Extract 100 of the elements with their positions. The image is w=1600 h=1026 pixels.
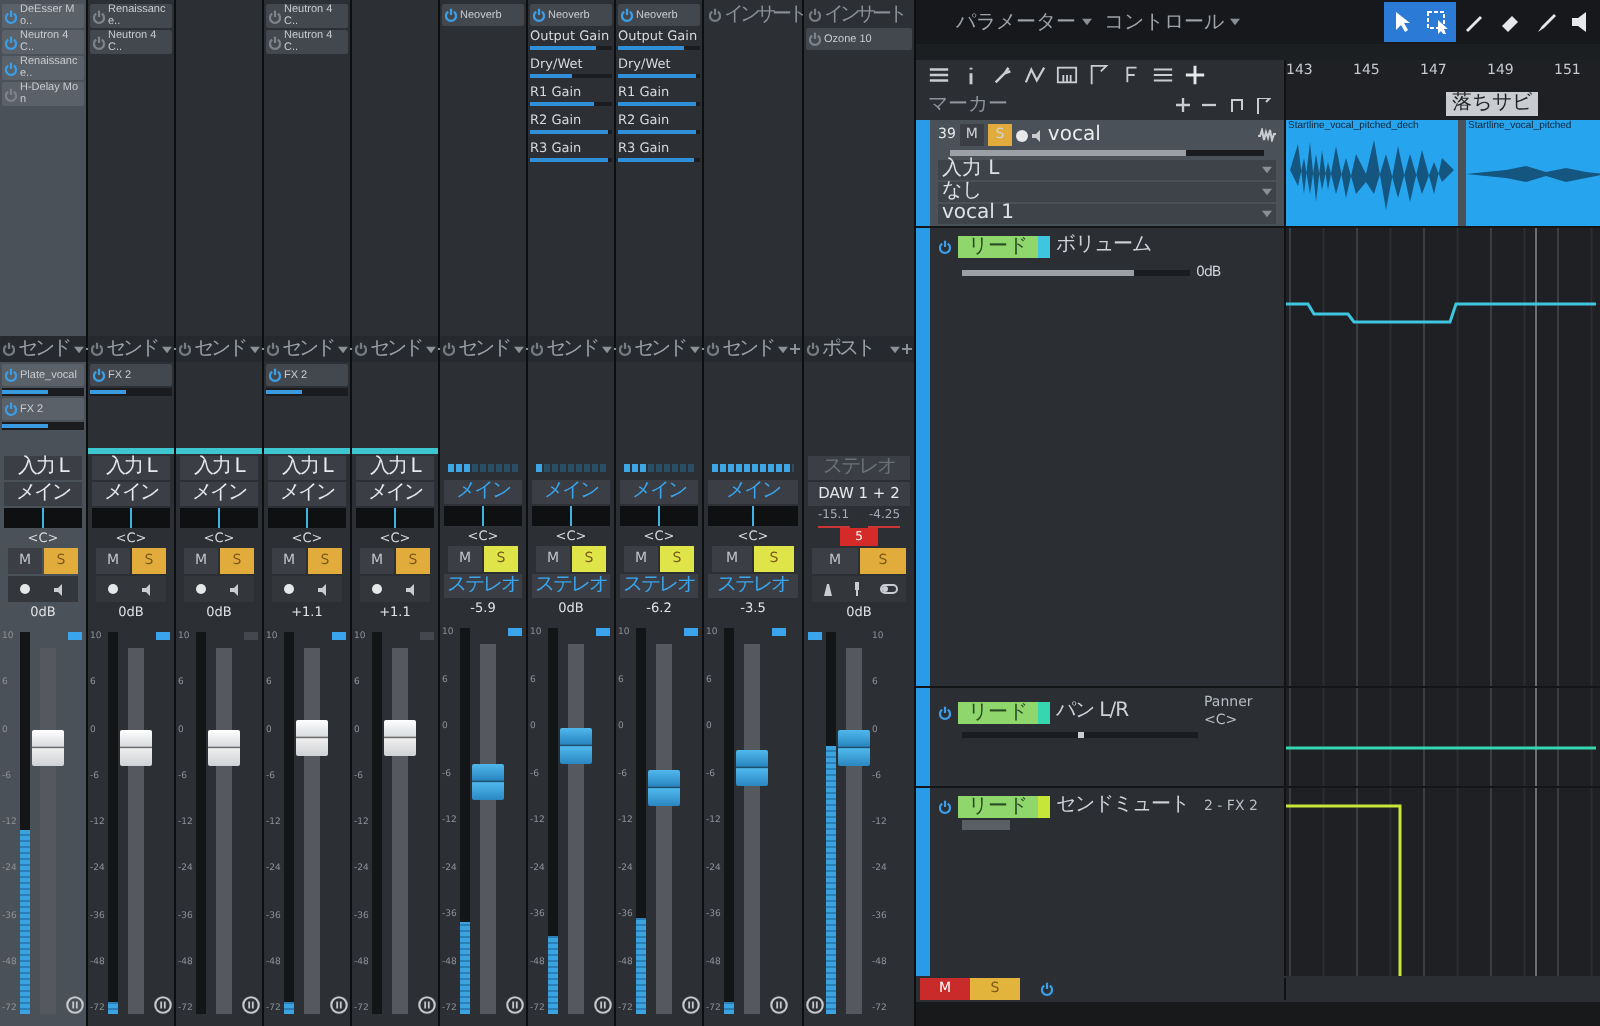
output-selector[interactable]: メイン bbox=[708, 480, 798, 504]
caret-icon[interactable] bbox=[689, 345, 699, 353]
input-selector[interactable]: 入力 L bbox=[180, 456, 258, 480]
record-icon[interactable] bbox=[196, 584, 206, 594]
fader-track[interactable] bbox=[736, 644, 768, 1014]
fader-thumb[interactable] bbox=[736, 750, 768, 787]
speaker-icon[interactable] bbox=[1031, 129, 1044, 141]
waveform-icon[interactable] bbox=[1258, 128, 1276, 142]
fader-track[interactable] bbox=[472, 644, 504, 1014]
fader-thumb[interactable] bbox=[208, 730, 240, 767]
pan-display[interactable] bbox=[4, 508, 82, 528]
fader-track[interactable] bbox=[120, 648, 152, 1014]
pan-display[interactable] bbox=[268, 508, 346, 528]
pan-display[interactable] bbox=[444, 506, 522, 526]
power-icon[interactable] bbox=[92, 368, 106, 382]
list-icon[interactable] bbox=[1152, 64, 1174, 86]
power-icon[interactable] bbox=[268, 9, 282, 23]
power-icon[interactable] bbox=[92, 9, 106, 23]
menu-icon[interactable] bbox=[928, 64, 950, 86]
speaker-icon[interactable] bbox=[318, 583, 330, 595]
wrench-icon[interactable] bbox=[992, 64, 1014, 86]
caret-icon[interactable] bbox=[1230, 18, 1240, 26]
record-icon[interactable] bbox=[108, 584, 118, 594]
power-icon[interactable] bbox=[618, 342, 632, 356]
input-selector[interactable]: 入力 L bbox=[4, 456, 82, 480]
output-selector[interactable]: メイン bbox=[444, 480, 522, 504]
input-selector[interactable]: 入力 L bbox=[938, 160, 1276, 180]
eraser-tool-icon[interactable] bbox=[1498, 10, 1522, 34]
pencil-tool-icon[interactable] bbox=[1462, 10, 1486, 34]
mode-button[interactable]: ステレオ bbox=[532, 574, 610, 598]
output-selector[interactable]: メイン bbox=[92, 482, 170, 506]
power-icon[interactable] bbox=[268, 368, 282, 382]
grid-icon[interactable] bbox=[1056, 64, 1078, 86]
pan-display[interactable] bbox=[620, 506, 698, 526]
circle-icon[interactable] bbox=[154, 996, 172, 1014]
record-icon[interactable] bbox=[1015, 129, 1028, 141]
output-selector[interactable]: メイン bbox=[180, 482, 258, 506]
fader-thumb[interactable] bbox=[296, 720, 328, 757]
plus-icon[interactable] bbox=[902, 344, 912, 354]
pan-display[interactable] bbox=[356, 508, 434, 528]
circle-icon[interactable] bbox=[418, 996, 436, 1014]
output-selector[interactable]: メイン bbox=[620, 480, 698, 504]
metronome-icon[interactable] bbox=[821, 583, 833, 595]
caret-icon[interactable] bbox=[73, 345, 83, 353]
pan-display[interactable] bbox=[180, 508, 258, 528]
brush-tool-icon[interactable] bbox=[1534, 10, 1558, 34]
fader-thumb[interactable] bbox=[472, 764, 504, 801]
automation-mode-button[interactable]: リード bbox=[958, 235, 1050, 257]
power-icon[interactable] bbox=[530, 342, 544, 356]
plus-icon[interactable] bbox=[790, 344, 800, 354]
fader-track[interactable] bbox=[648, 644, 680, 1014]
fader-thumb[interactable] bbox=[384, 720, 416, 757]
circle-icon[interactable] bbox=[770, 996, 788, 1014]
pan-display[interactable] bbox=[532, 506, 610, 526]
mode-button[interactable]: ステレオ bbox=[620, 574, 698, 598]
input-selector[interactable]: 入力 L bbox=[356, 456, 434, 480]
caret-icon[interactable] bbox=[601, 345, 611, 353]
fader-thumb[interactable] bbox=[32, 730, 64, 767]
pan-slider-handle[interactable] bbox=[1077, 732, 1083, 738]
speaker-icon[interactable] bbox=[54, 583, 66, 595]
input-selector[interactable]: 入力 L bbox=[268, 456, 346, 480]
fader-track[interactable] bbox=[32, 648, 64, 1014]
caret-icon[interactable] bbox=[1262, 166, 1272, 174]
flag-icon[interactable] bbox=[1256, 97, 1272, 113]
mode-button[interactable]: ステレオ bbox=[708, 574, 798, 598]
send-level-track[interactable] bbox=[2, 422, 84, 430]
output-selector[interactable]: メイン bbox=[356, 482, 434, 506]
record-icon[interactable] bbox=[372, 584, 382, 594]
panel-tab[interactable]: コントロール bbox=[1104, 7, 1240, 37]
power-icon[interactable] bbox=[806, 342, 820, 356]
record-icon[interactable] bbox=[284, 584, 294, 594]
toggle-icon[interactable] bbox=[879, 584, 897, 594]
fader-track[interactable] bbox=[838, 648, 870, 1014]
record-icon[interactable] bbox=[20, 584, 30, 594]
pan-display[interactable] bbox=[92, 508, 170, 528]
power-icon[interactable] bbox=[266, 342, 280, 356]
fader-thumb[interactable] bbox=[120, 730, 152, 767]
power-icon[interactable] bbox=[442, 342, 456, 356]
send-level-track[interactable] bbox=[266, 388, 348, 396]
caret-icon[interactable] bbox=[513, 345, 523, 353]
fader-track[interactable] bbox=[560, 644, 592, 1014]
range-tool-icon[interactable] bbox=[1426, 10, 1450, 34]
caret-icon[interactable] bbox=[1082, 18, 1092, 26]
output-selector[interactable]: メイン bbox=[532, 480, 610, 504]
track-volume-slider[interactable] bbox=[950, 150, 1264, 156]
flag-icon[interactable] bbox=[1088, 64, 1110, 86]
circle-icon[interactable] bbox=[66, 996, 84, 1014]
power-icon[interactable] bbox=[354, 342, 368, 356]
power-icon[interactable] bbox=[808, 32, 822, 46]
plus-icon[interactable] bbox=[1176, 98, 1190, 112]
send-level-track[interactable] bbox=[90, 388, 172, 396]
circle-icon[interactable] bbox=[682, 996, 700, 1014]
circle-icon[interactable] bbox=[242, 996, 260, 1014]
power-icon[interactable] bbox=[808, 8, 822, 22]
speaker-icon[interactable] bbox=[230, 583, 242, 595]
input-selector[interactable]: 入力 L bbox=[92, 456, 170, 480]
power-icon[interactable] bbox=[938, 799, 952, 813]
microphone-icon[interactable] bbox=[851, 582, 861, 596]
marker-flag[interactable]: 落ちサビ bbox=[1446, 92, 1538, 116]
track-name[interactable]: vocal bbox=[1047, 124, 1101, 146]
